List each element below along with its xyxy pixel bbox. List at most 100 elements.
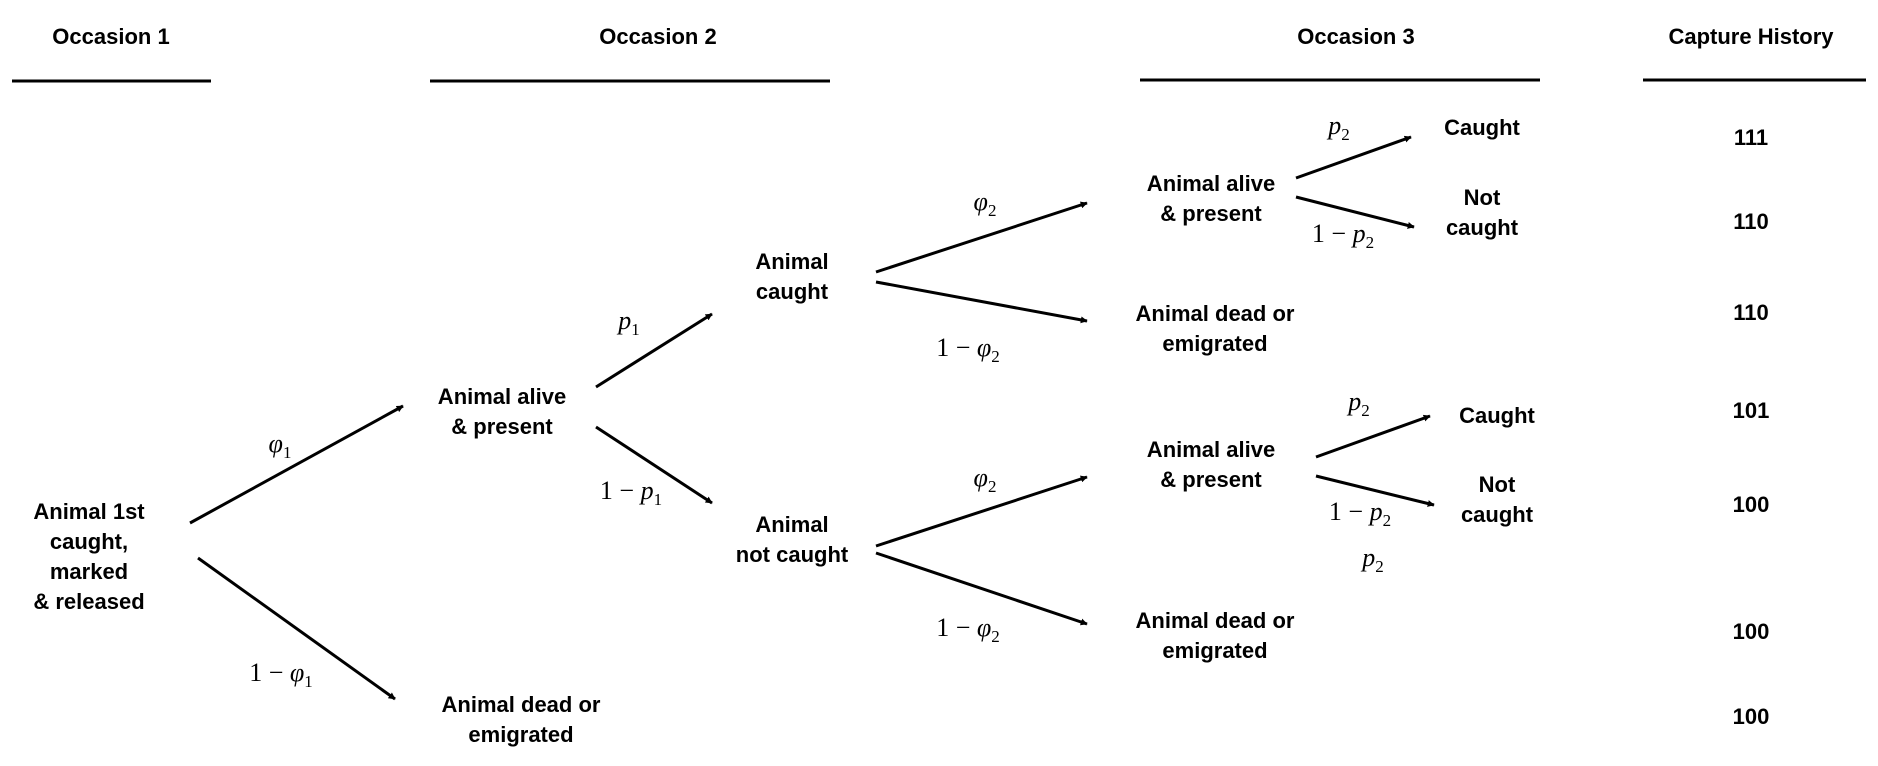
- prob-subscript: 2: [1361, 401, 1370, 420]
- prob-prefix: 1 −: [936, 613, 977, 642]
- prob-one-minus-p1: 1 − p1: [600, 476, 662, 510]
- capture-history-5: 100: [1732, 492, 1770, 517]
- prob-symbol: p: [1352, 219, 1366, 248]
- capture-history-7: 100: [1732, 704, 1770, 729]
- node-line: emigrated: [1162, 331, 1268, 356]
- node-line: Animal: [755, 249, 829, 274]
- prob-prefix: 1 −: [936, 333, 977, 362]
- node-occ2-dead-emigrated: Animal dead or emigrated: [442, 690, 601, 750]
- header-occasion-3: Occasion 3: [1297, 24, 1415, 49]
- capture-history-4: 101: [1732, 398, 1770, 423]
- prob-subscript: 1: [653, 490, 663, 509]
- node-animal-first-caught: Animal 1st caught, marked & released: [33, 497, 144, 617]
- node-caught-b: Caught: [1459, 401, 1535, 431]
- header-occasion-1: Occasion 1: [52, 24, 170, 49]
- prob-symbol: φ: [268, 429, 283, 458]
- node-line: caught,: [49, 529, 129, 554]
- header-capture-history: Capture History: [1668, 24, 1834, 49]
- node-line: caught: [755, 279, 829, 304]
- node-caught-a: Caught: [1444, 113, 1520, 143]
- prob-symbol: φ: [976, 333, 992, 362]
- prob-p2-b: p2: [1348, 387, 1370, 421]
- prob-subscript: 2: [987, 201, 997, 220]
- node-line: caught: [1460, 502, 1534, 527]
- prob-subscript: 2: [1382, 511, 1392, 530]
- prob-p2-a: p2: [1328, 111, 1350, 145]
- node-occ3-dead-emigrated-b: Animal dead or emigrated: [1136, 606, 1295, 666]
- prob-subscript: 1: [282, 443, 292, 462]
- prob-prefix: 1 −: [1311, 219, 1353, 248]
- node-occ2-alive-present: Animal alive & present: [438, 382, 566, 442]
- node-line: marked: [49, 559, 129, 584]
- capture-history-1: 111: [1733, 125, 1769, 150]
- prob-subscript: 2: [1375, 557, 1384, 576]
- arrow-phi1: [189, 404, 404, 525]
- node-occ3-dead-emigrated-a: Animal dead or emigrated: [1136, 299, 1295, 359]
- node-line: Animal: [755, 512, 829, 537]
- prob-subscript: 2: [987, 477, 997, 496]
- header-occasion-2: Occasion 2: [599, 24, 717, 49]
- prob-subscript: 2: [991, 347, 1000, 366]
- capture-history-6: 100: [1732, 619, 1770, 644]
- prob-symbol: p: [1362, 543, 1376, 572]
- node-line: Caught: [1444, 115, 1520, 140]
- prob-prefix: 1 −: [599, 476, 641, 505]
- node-line: & present: [1160, 201, 1262, 226]
- prob-one-minus-phi2-a: 1 − φ2: [936, 333, 1000, 367]
- node-line: & released: [33, 589, 145, 614]
- arrow-p2-a: [1295, 135, 1412, 180]
- prob-symbol: p: [1328, 111, 1342, 140]
- prob-symbol: φ: [976, 613, 992, 642]
- node-line: & present: [451, 414, 553, 439]
- tree-diagram: [12, 78, 1866, 701]
- arrow-p1: [595, 312, 713, 389]
- prob-symbol: φ: [973, 187, 988, 216]
- node-line: Animal alive: [1146, 437, 1276, 462]
- node-line: not caught: [735, 542, 849, 567]
- prob-symbol: p: [618, 306, 632, 335]
- prob-symbol: φ: [973, 463, 988, 492]
- prob-p2-c: p2: [1362, 543, 1384, 577]
- arrow-one-minus-phi2-a: [875, 280, 1088, 324]
- prob-symbol: φ: [289, 658, 305, 687]
- node-occ3-alive-present-b: Animal alive & present: [1147, 435, 1275, 495]
- capture-history-2: 110: [1733, 209, 1769, 234]
- prob-prefix: 1 −: [249, 658, 290, 687]
- prob-p1: p1: [618, 306, 640, 340]
- node-line: caught: [1445, 215, 1519, 240]
- node-line: Animal alive: [1146, 171, 1276, 196]
- prob-subscript: 1: [304, 672, 313, 691]
- node-not-caught-b: Not caught: [1461, 470, 1533, 530]
- capture-history-3: 110: [1733, 300, 1769, 325]
- node-animal-not-caught: Animal not caught: [736, 510, 848, 570]
- header-rules: [12, 78, 1866, 83]
- node-line: emigrated: [468, 722, 574, 747]
- node-line: Not: [1463, 185, 1501, 210]
- prob-subscript: 1: [631, 320, 640, 339]
- prob-phi2-b: φ2: [974, 463, 997, 497]
- prob-symbol: p: [640, 476, 654, 505]
- node-line: Caught: [1459, 403, 1535, 428]
- prob-phi1: φ1: [269, 429, 292, 463]
- prob-subscript: 2: [1365, 233, 1375, 252]
- arrow-p2-b: [1315, 414, 1431, 459]
- prob-one-minus-phi1: 1 − φ1: [249, 658, 313, 692]
- prob-prefix: 1 −: [1328, 497, 1370, 526]
- prob-subscript: 2: [991, 627, 1000, 646]
- prob-one-minus-phi2-b: 1 − φ2: [936, 613, 1000, 647]
- node-line: & present: [1160, 467, 1262, 492]
- prob-one-minus-p2-a: 1 − p2: [1312, 219, 1374, 253]
- node-line: Animal dead or: [441, 692, 601, 717]
- node-occ3-alive-present-a: Animal alive & present: [1147, 169, 1275, 229]
- node-line: Animal 1st: [33, 499, 145, 524]
- prob-subscript: 2: [1341, 125, 1350, 144]
- node-line: emigrated: [1162, 638, 1268, 663]
- prob-symbol: p: [1348, 387, 1362, 416]
- prob-phi2-a: φ2: [974, 187, 997, 221]
- node-line: Animal dead or: [1135, 301, 1295, 326]
- node-line: Not: [1478, 472, 1516, 497]
- node-line: Animal alive: [437, 384, 567, 409]
- node-line: Animal dead or: [1135, 608, 1295, 633]
- node-animal-caught: Animal caught: [755, 247, 828, 307]
- prob-one-minus-p2-b: 1 − p2: [1329, 497, 1391, 531]
